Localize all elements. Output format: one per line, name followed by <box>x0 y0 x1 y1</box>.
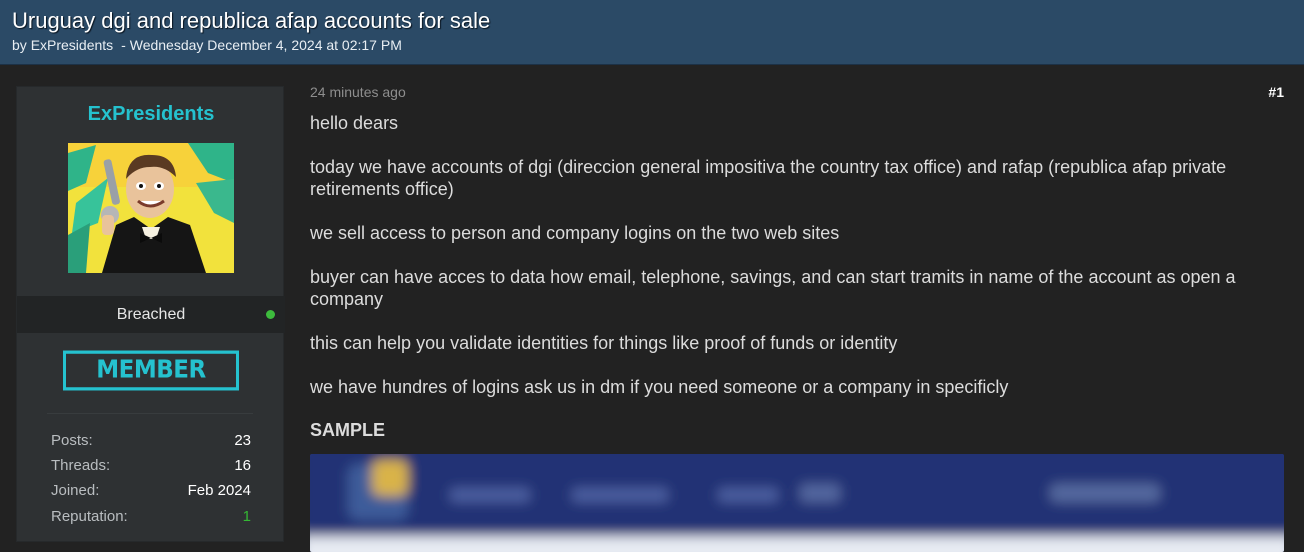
post-paragraph: buyer can have acces to data how email, … <box>310 267 1236 309</box>
username-link[interactable]: ExPresidents <box>17 103 285 126</box>
stat-value: 16 <box>234 457 251 474</box>
blurred-sample-graphic <box>310 454 1284 552</box>
stat-value: Feb 2024 <box>187 482 251 499</box>
user-rank-row: Breached <box>17 296 285 333</box>
post-paragraph: hello dears <box>310 113 399 133</box>
thread-date: Wednesday December 4, 2024 at 02:17 PM <box>129 37 402 53</box>
post-number-link[interactable]: #1 <box>1268 84 1284 100</box>
stat-label: Joined: <box>51 482 100 499</box>
user-avatar[interactable] <box>68 143 234 273</box>
stat-value: 23 <box>234 432 251 449</box>
post-paragraph: we sell access to person and company log… <box>310 223 840 243</box>
user-rank: Breached <box>116 306 186 323</box>
post-paragraph: today we have accounts of dgi (direccion… <box>310 157 1227 199</box>
thread-author-link[interactable]: ExPresidents <box>31 37 113 53</box>
post-paragraph: this can help you validate identities fo… <box>310 333 898 353</box>
thread-title: Uruguay dgi and republica afap accounts … <box>12 8 491 33</box>
sample-heading: SAMPLE <box>310 420 386 440</box>
online-status-icon <box>266 310 275 319</box>
stat-label: Reputation: <box>51 508 128 525</box>
thread-meta: by ExPresidents - Wednesday December 4, 2… <box>12 37 402 53</box>
user-panel: ExPresidents Breached MEMBER Posts: 23 T… <box>16 86 285 542</box>
sample-image[interactable] <box>310 454 1284 552</box>
post-timestamp: 24 minutes ago <box>310 84 406 100</box>
by-prefix: by <box>12 37 27 53</box>
stat-label: Threads: <box>51 457 111 474</box>
post-paragraph: we have hundres of logins ask us in dm i… <box>310 377 1009 397</box>
stat-label: Posts: <box>51 432 93 449</box>
meta-separator: - <box>121 37 126 53</box>
thread-header: Uruguay dgi and republica afap accounts … <box>0 0 1304 65</box>
stats-divider <box>47 413 253 414</box>
member-badge: MEMBER <box>63 350 239 391</box>
reputation-value-link[interactable]: 1 <box>243 508 251 525</box>
avatar-illustration <box>68 143 234 273</box>
